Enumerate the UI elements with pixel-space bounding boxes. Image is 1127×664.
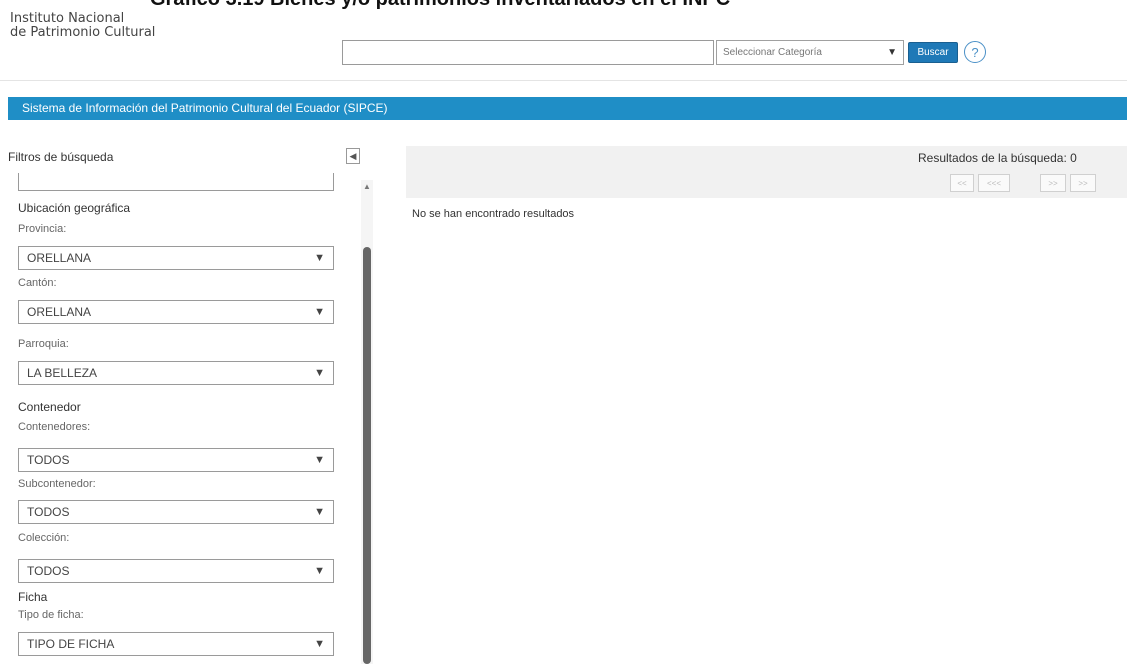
chevron-down-icon: ▼	[887, 47, 897, 58]
filters-title: Filtros de búsqueda	[8, 150, 114, 164]
pager-last-button[interactable]: >>	[1070, 174, 1096, 192]
no-results-message: No se han encontrado resultados	[412, 208, 575, 220]
chevron-left-icon[interactable]: ◀	[346, 148, 360, 164]
system-title-bar: Sistema de Información del Patrimonio Cu…	[8, 97, 1127, 120]
chevron-down-icon: ▼	[314, 638, 325, 650]
header-divider	[0, 80, 1127, 81]
inpc-logo[interactable]: Instituto Nacional de Patrimonio Cultura…	[10, 12, 230, 40]
parish-select[interactable]: LA BELLEZA ▼	[18, 361, 334, 385]
search-input[interactable]	[342, 40, 714, 65]
search-button[interactable]: Buscar	[908, 42, 958, 63]
subcontainer-label: Subcontenedor:	[18, 478, 96, 490]
province-select-value: ORELLANA	[27, 251, 92, 265]
subcontainer-select[interactable]: TODOS ▼	[18, 500, 334, 524]
geo-section-title: Ubicación geográfica	[18, 201, 131, 215]
collection-select-value: TODOS	[27, 564, 70, 578]
chevron-down-icon: ▼	[314, 506, 325, 518]
collection-select[interactable]: TODOS ▼	[18, 559, 334, 583]
pager-next-button[interactable]: >>	[1040, 174, 1066, 192]
ficha-type-select-value: TIPO DE FICHA	[27, 637, 115, 651]
province-select[interactable]: ORELLANA ▼	[18, 246, 334, 270]
chevron-down-icon: ▼	[314, 306, 325, 318]
logo-line-1: Instituto Nacional	[10, 11, 125, 26]
keyword-filter-field[interactable]	[18, 173, 334, 191]
filters-scroll-thumb[interactable]	[363, 247, 371, 664]
canton-label: Cantón:	[18, 277, 57, 289]
containers-select-value: TODOS	[27, 453, 70, 467]
results-title: Resultados de la búsqueda: 0	[918, 151, 1077, 165]
document-caption: Gráfico 3.19 Bienes y/o patrimonios inve…	[150, 0, 1030, 10]
parish-label: Parroquia:	[18, 338, 69, 350]
chevron-down-icon: ▼	[314, 367, 325, 379]
containers-label: Contenedores:	[18, 421, 91, 433]
category-select-value: Seleccionar Categoría	[723, 47, 822, 58]
pager-prev-button[interactable]: <<<	[978, 174, 1010, 192]
collection-label: Colección:	[18, 532, 70, 544]
subcontainer-select-value: TODOS	[27, 505, 70, 519]
container-section-title: Contenedor	[18, 400, 81, 414]
province-label: Provincia:	[18, 223, 67, 235]
category-select[interactable]: Seleccionar Categoría ▼	[716, 40, 904, 65]
ficha-section-title: Ficha	[18, 590, 48, 604]
logo-line-2: de Patrimonio Cultural	[10, 25, 156, 40]
chevron-down-icon: ▼	[314, 565, 325, 577]
pager-first-button[interactable]: <<	[950, 174, 974, 192]
question-circle-icon[interactable]: ?	[964, 41, 986, 63]
parish-select-value: LA BELLEZA	[27, 366, 98, 380]
scroll-up-arrow-icon[interactable]: ▲	[361, 182, 373, 194]
canton-select[interactable]: ORELLANA ▼	[18, 300, 334, 324]
ficha-type-label: Tipo de ficha:	[18, 609, 84, 621]
ficha-type-select[interactable]: TIPO DE FICHA ▼	[18, 632, 334, 656]
chevron-down-icon: ▼	[314, 454, 325, 466]
canton-select-value: ORELLANA	[27, 305, 92, 319]
chevron-down-icon: ▼	[314, 252, 325, 264]
containers-select[interactable]: TODOS ▼	[18, 448, 334, 472]
